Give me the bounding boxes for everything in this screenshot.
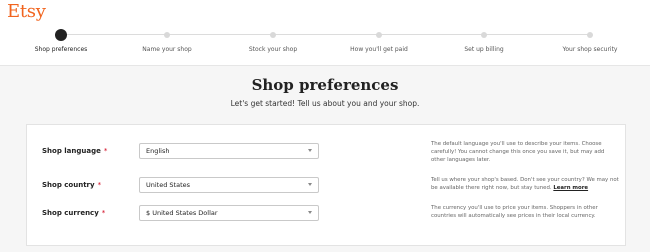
help-text: Tell us where your shop's based. Don't s… bbox=[431, 177, 619, 192]
select-value: English bbox=[146, 147, 170, 155]
shop-currency-select[interactable]: $ United States Dollar bbox=[139, 205, 319, 221]
shop-currency-label: Shop currency * bbox=[42, 209, 105, 217]
step-label: Name your shop bbox=[142, 46, 192, 53]
shop-currency-help: The currency you'll use to price your it… bbox=[431, 205, 598, 220]
required-marker: * bbox=[101, 209, 106, 217]
preferences-form: Shop language * English The default langu… bbox=[26, 124, 626, 246]
step-label: Shop preferences bbox=[34, 46, 88, 53]
shop-language-select[interactable]: English bbox=[139, 143, 319, 159]
shop-language-label: Shop language * bbox=[42, 147, 107, 155]
learn-more-link[interactable]: Learn more bbox=[553, 185, 588, 191]
step-dot-icon bbox=[481, 32, 487, 38]
shop-country-label: Shop country * bbox=[42, 181, 101, 189]
step-label: Set up billing bbox=[464, 46, 504, 53]
header-bar: Etsy Shop preferences Name your shop Sto… bbox=[0, 0, 650, 66]
step-stock-your-shop[interactable]: Stock your shop bbox=[218, 29, 328, 53]
step-name-your-shop[interactable]: Name your shop bbox=[112, 29, 222, 53]
field-label-text: Shop language bbox=[42, 147, 101, 155]
step-your-shop-security[interactable]: Your shop security bbox=[535, 29, 645, 53]
shop-country-select[interactable]: United States bbox=[139, 177, 319, 193]
page-title: Shop preferences bbox=[251, 76, 399, 94]
required-marker: * bbox=[97, 181, 102, 189]
step-dot-icon bbox=[587, 32, 593, 38]
select-value: United States bbox=[146, 181, 191, 189]
step-label: Stock your shop bbox=[248, 46, 298, 53]
select-value: $ United States Dollar bbox=[146, 209, 218, 217]
step-set-up-billing[interactable]: Set up billing bbox=[429, 29, 539, 53]
step-label: Your shop security bbox=[562, 46, 618, 53]
page-subtitle: Let's get started! Tell us about you and… bbox=[230, 99, 420, 108]
step-shop-preferences[interactable]: Shop preferences bbox=[6, 29, 116, 53]
step-dot-icon bbox=[376, 32, 382, 38]
shop-language-help: The default language you'll use to descr… bbox=[431, 141, 605, 164]
step-active-dot-icon bbox=[55, 29, 67, 41]
step-label: How you'll get paid bbox=[350, 46, 408, 53]
etsy-logo[interactable]: Etsy bbox=[7, 1, 46, 22]
field-label-text: Shop country bbox=[42, 181, 95, 189]
chevron-down-icon bbox=[308, 183, 312, 186]
chevron-down-icon bbox=[308, 211, 312, 214]
field-label-text: Shop currency bbox=[42, 209, 99, 217]
step-how-youll-get-paid[interactable]: How you'll get paid bbox=[324, 29, 434, 53]
chevron-down-icon bbox=[308, 149, 312, 152]
step-dot-icon bbox=[164, 32, 170, 38]
step-dot-icon bbox=[270, 32, 276, 38]
shop-country-help: Tell us where your shop's based. Don't s… bbox=[431, 176, 619, 192]
required-marker: * bbox=[103, 147, 108, 155]
